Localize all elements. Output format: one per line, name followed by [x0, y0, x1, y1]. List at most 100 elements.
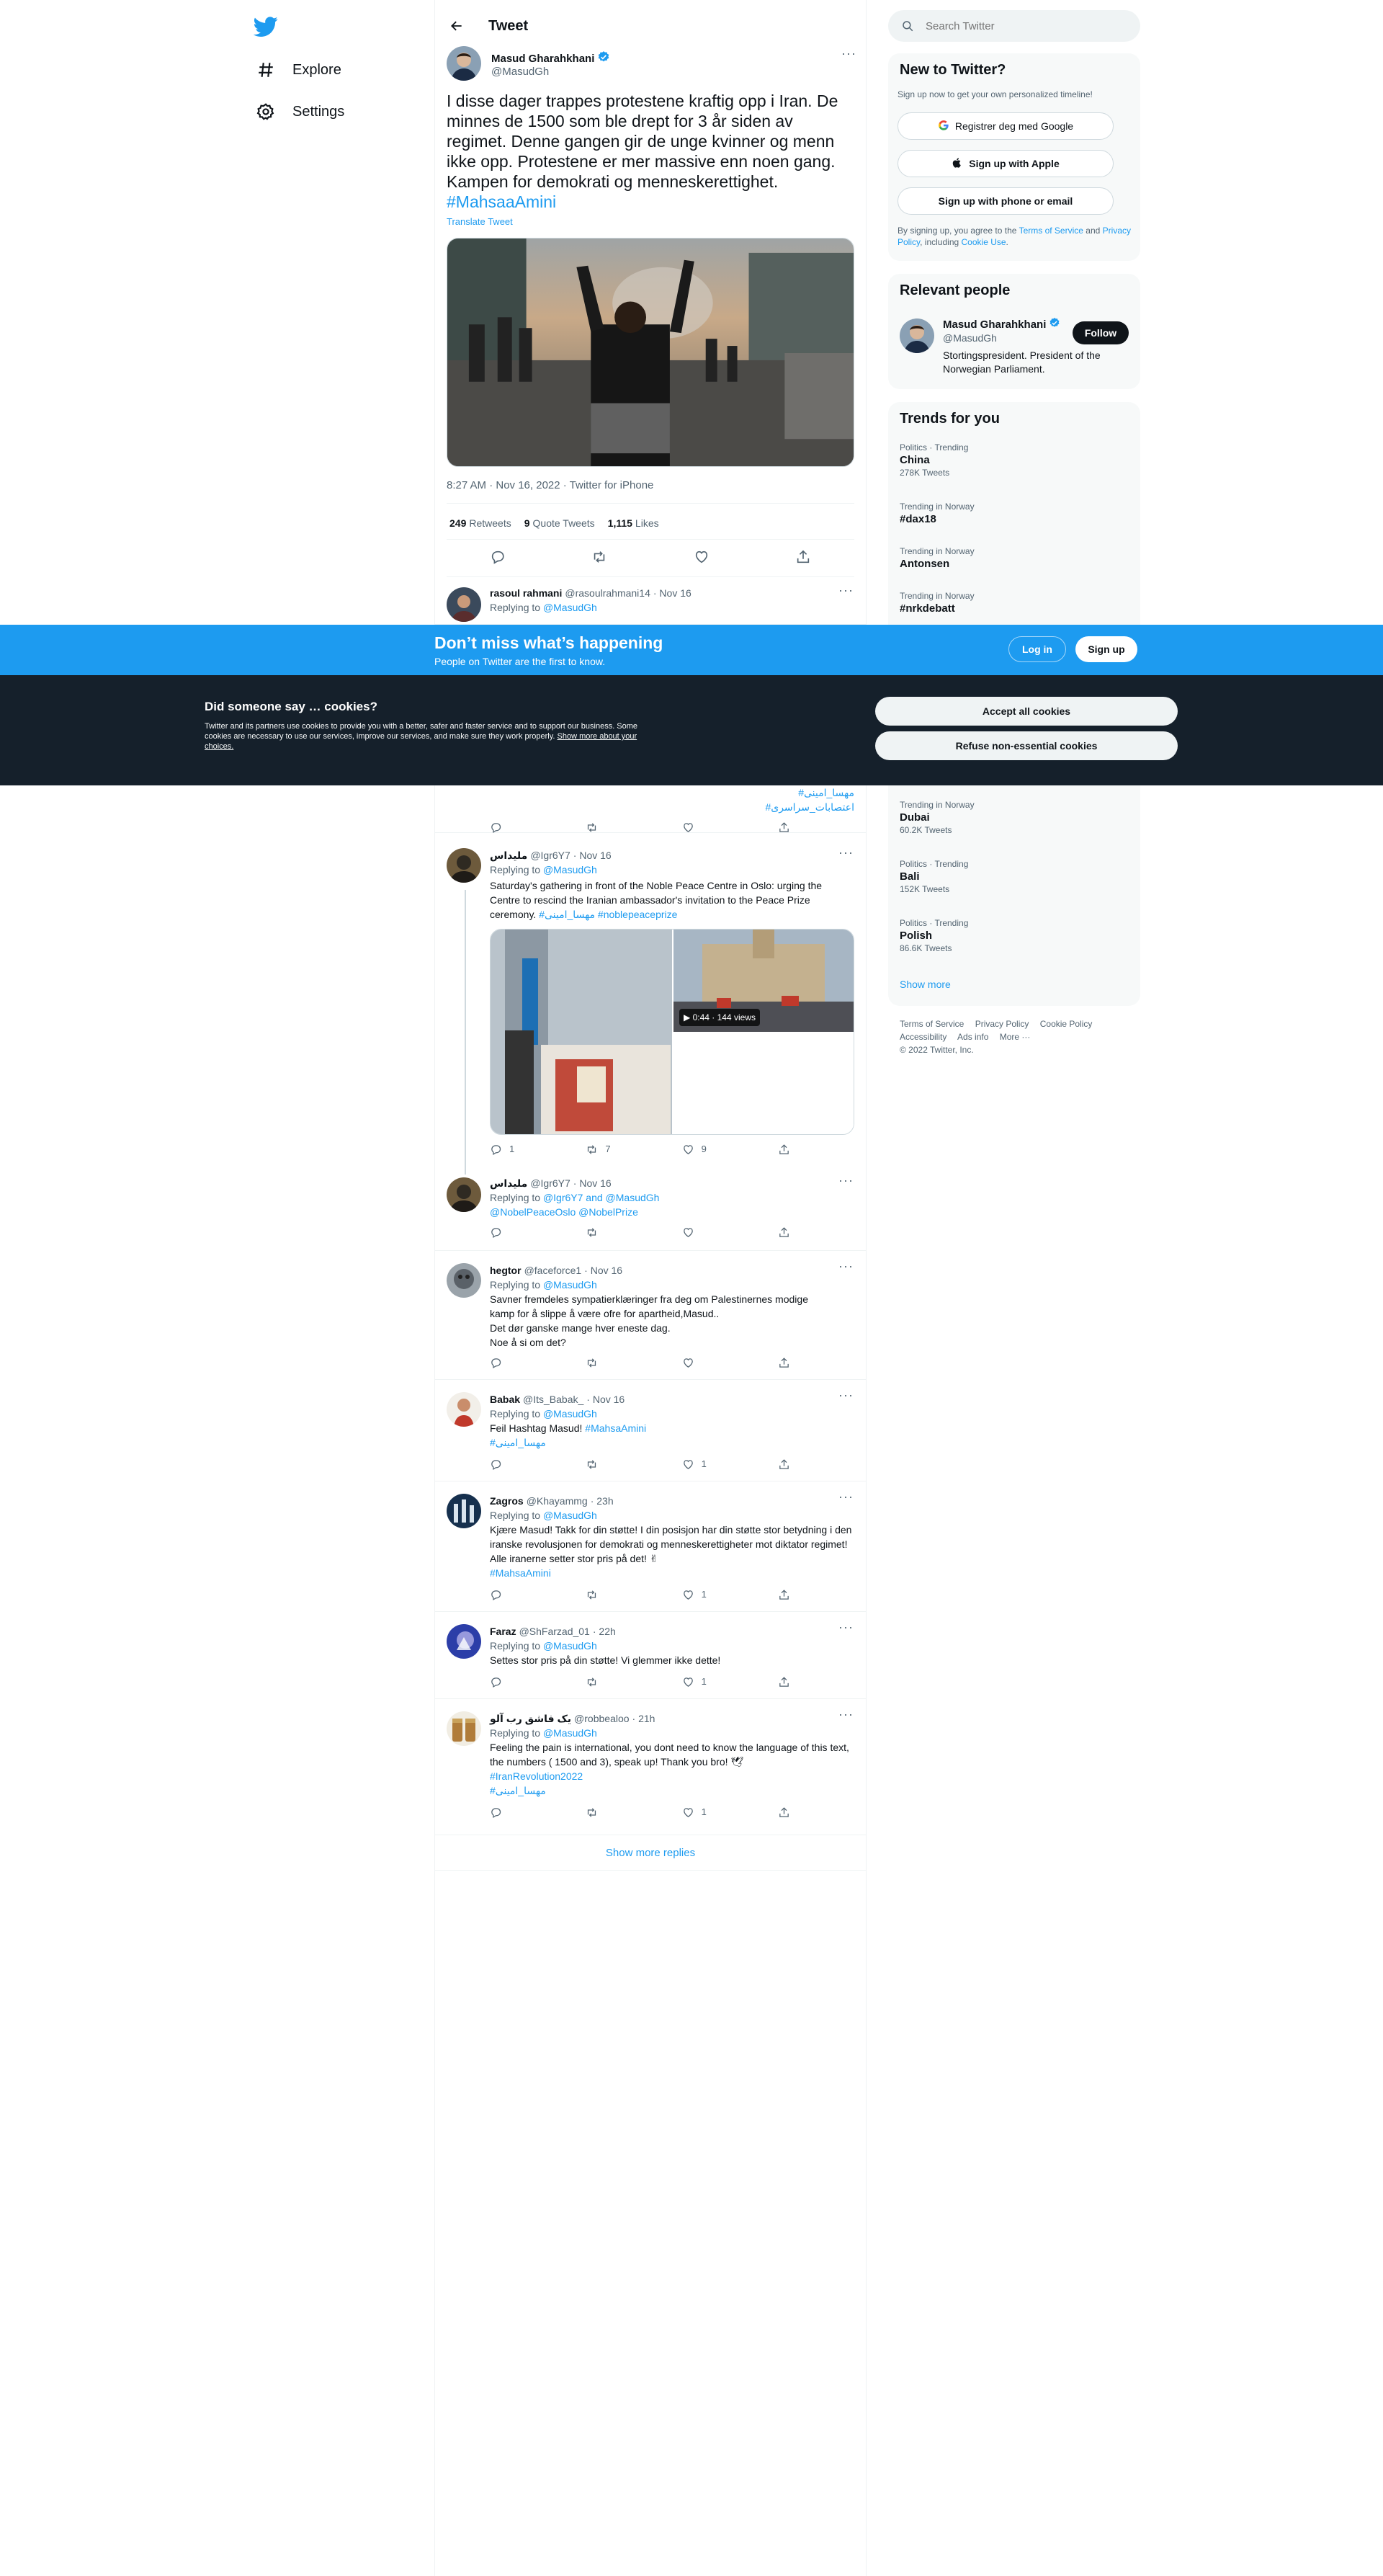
- media-photo[interactable]: [491, 930, 672, 1134]
- back-arrow-icon[interactable]: [447, 16, 467, 36]
- share-button[interactable]: [778, 1226, 821, 1239]
- apple-signup-button[interactable]: Sign up with Apple: [898, 150, 1114, 177]
- more-options-icon[interactable]: ···: [838, 1707, 854, 1722]
- reply-button[interactable]: [490, 1805, 533, 1819]
- reply-tweet[interactable]: مليداس @Igr6Y7 · Nov 16 Replying to @Masud…: [435, 834, 866, 1178]
- more-options-icon[interactable]: ···: [838, 1173, 854, 1188]
- reply-button[interactable]: [490, 821, 533, 834]
- cookie-use-link[interactable]: Cookie Use: [962, 237, 1006, 247]
- footer-tos-link[interactable]: Terms of Service: [900, 1019, 964, 1029]
- tweet-hashtag[interactable]: #MahsaaAmini: [447, 192, 556, 211]
- hashtag-link[interactable]: #MahsaAmini: [490, 1566, 854, 1580]
- more-options-icon[interactable]: ···: [841, 46, 856, 61]
- trend-item[interactable]: Trending in Norway Dubai 60.2K Tweets: [900, 800, 975, 835]
- footer-privacy-link[interactable]: Privacy Policy: [975, 1019, 1029, 1029]
- replying-to-link[interactable]: @MasudGh: [543, 1510, 597, 1521]
- replying-to-link[interactable]: @MasudGh: [543, 1408, 597, 1420]
- reply-tweet[interactable]: مليداس @Igr6Y7 · Nov 16 Replying to @Igr6Y…: [435, 1166, 866, 1251]
- retweet-button[interactable]: 7: [586, 1142, 629, 1156]
- reply-author-handle[interactable]: @rasoulrahmani14: [565, 586, 650, 600]
- avatar[interactable]: [447, 1392, 481, 1427]
- replying-to-link[interactable]: @MasudGh: [543, 1279, 597, 1291]
- avatar[interactable]: [447, 1494, 481, 1528]
- footer-ads-link[interactable]: Ads info: [957, 1032, 988, 1042]
- nav-explore[interactable]: Explore: [255, 55, 341, 84]
- reply-timestamp[interactable]: · Nov 16: [573, 1176, 612, 1190]
- reply-button[interactable]: [490, 1357, 533, 1369]
- replying-to-link[interactable]: @MasudGh: [543, 602, 597, 613]
- avatar[interactable]: [447, 1624, 481, 1659]
- like-button[interactable]: [682, 821, 725, 834]
- avatar[interactable]: [900, 318, 934, 353]
- retweet-button[interactable]: [586, 1587, 629, 1602]
- reply-timestamp[interactable]: · 21h: [632, 1711, 655, 1726]
- share-button[interactable]: [778, 1457, 821, 1471]
- login-button[interactable]: Log in: [1008, 636, 1066, 662]
- more-options-icon[interactable]: ···: [838, 1388, 854, 1403]
- retweet-button[interactable]: [586, 1805, 629, 1819]
- like-button[interactable]: 1: [682, 1457, 725, 1471]
- like-button[interactable]: 1: [682, 1587, 725, 1602]
- reply-text[interactable]: @NobelPeaceOslo @NobelPrize: [490, 1205, 854, 1219]
- show-more-replies-button[interactable]: Show more replies: [435, 1836, 866, 1871]
- like-button[interactable]: 9: [682, 1142, 725, 1156]
- hashtag-link[interactable]: #اعتصابات_سراسری: [765, 800, 854, 814]
- twitter-logo-icon[interactable]: [253, 14, 278, 39]
- trend-item[interactable]: Trending in Norway #dax18: [900, 502, 975, 525]
- retweet-button[interactable]: [586, 1226, 629, 1239]
- follow-button[interactable]: Follow: [1073, 321, 1129, 344]
- reply-author-handle[interactable]: @Its_Babak_: [523, 1392, 583, 1407]
- show-more-trends-link[interactable]: Show more: [900, 979, 951, 990]
- hashtag-link[interactable]: #مهسا_امینی: [765, 785, 854, 800]
- retweet-button[interactable]: [586, 1675, 629, 1689]
- reply-timestamp[interactable]: · 22h: [593, 1624, 616, 1639]
- reply-author-handle[interactable]: @Igr6Y7: [530, 1176, 570, 1190]
- reply-author-name[interactable]: Babak: [490, 1392, 520, 1407]
- avatar[interactable]: [447, 46, 481, 81]
- trend-item[interactable]: Trending in Norway #nrkdebatt: [900, 591, 975, 615]
- retweet-button[interactable]: [586, 1457, 629, 1471]
- footer-more-link[interactable]: More ···: [1000, 1032, 1031, 1042]
- tweet-photo[interactable]: [447, 238, 854, 467]
- terms-link[interactable]: Terms of Service: [1019, 226, 1083, 236]
- retweet-button[interactable]: [586, 821, 629, 834]
- reply-timestamp[interactable]: · 23h: [591, 1494, 614, 1508]
- share-button[interactable]: [778, 821, 821, 834]
- reply-tweet[interactable]: یک فاشق رب آلو @robbealoo · 21h Replying t…: [435, 1700, 866, 1835]
- reply-timestamp[interactable]: · Nov 16: [573, 848, 612, 863]
- reply-author-handle[interactable]: @Igr6Y7: [530, 848, 570, 863]
- like-icon[interactable]: [694, 549, 710, 569]
- share-button[interactable]: [778, 1675, 821, 1689]
- refuse-cookies-button[interactable]: Refuse non-essential cookies: [875, 731, 1178, 760]
- hashtag-link[interactable]: #مهسا_امینی: [490, 1435, 854, 1450]
- trend-item[interactable]: Trending in Norway Antonsen: [900, 546, 975, 570]
- reply-button[interactable]: [490, 1457, 533, 1471]
- replying-to-link[interactable]: @Igr6Y7 and @MasudGh: [543, 1192, 660, 1203]
- like-button[interactable]: 1: [682, 1675, 725, 1689]
- reply-tweet[interactable]: Babak @Its_Babak_ · Nov 16 Replying to @Ma…: [435, 1381, 866, 1481]
- translate-tweet-link[interactable]: Translate Tweet: [447, 216, 513, 227]
- trend-item[interactable]: Politics · Trending Bali 152K Tweets: [900, 859, 968, 894]
- relevant-name[interactable]: Masud Gharahkhani: [943, 317, 1060, 331]
- trend-item[interactable]: Politics · Trending Polish 86.6K Tweets: [900, 918, 968, 953]
- likes-stat[interactable]: 1,115 Likes: [608, 517, 659, 529]
- reply-author-handle[interactable]: @faceforce1: [524, 1263, 582, 1278]
- more-options-icon[interactable]: ···: [838, 845, 854, 860]
- reply-author-name[interactable]: یک فاشق رب آلو: [490, 1711, 571, 1726]
- nav-settings[interactable]: Settings: [255, 97, 344, 126]
- share-button[interactable]: [778, 1357, 821, 1369]
- reply-author-name[interactable]: Faraz: [490, 1624, 516, 1639]
- avatar[interactable]: [447, 1263, 481, 1298]
- trend-item[interactable]: Politics · Trending China 278K Tweets: [900, 442, 968, 478]
- reply-icon[interactable]: [490, 549, 506, 569]
- reply-tweet[interactable]: #مهسا_امینی #اعتصابات_سراسری: [435, 785, 866, 834]
- hashtag-link[interactable]: #مهسا_امینی: [490, 1783, 854, 1798]
- share-button[interactable]: [778, 1805, 821, 1819]
- avatar[interactable]: [447, 1711, 481, 1746]
- share-button[interactable]: [778, 1587, 821, 1602]
- avatar[interactable]: [447, 1177, 481, 1212]
- reply-button[interactable]: [490, 1675, 533, 1689]
- avatar[interactable]: [447, 587, 481, 622]
- signup-button[interactable]: Sign up: [1075, 636, 1137, 662]
- like-button[interactable]: [682, 1226, 725, 1239]
